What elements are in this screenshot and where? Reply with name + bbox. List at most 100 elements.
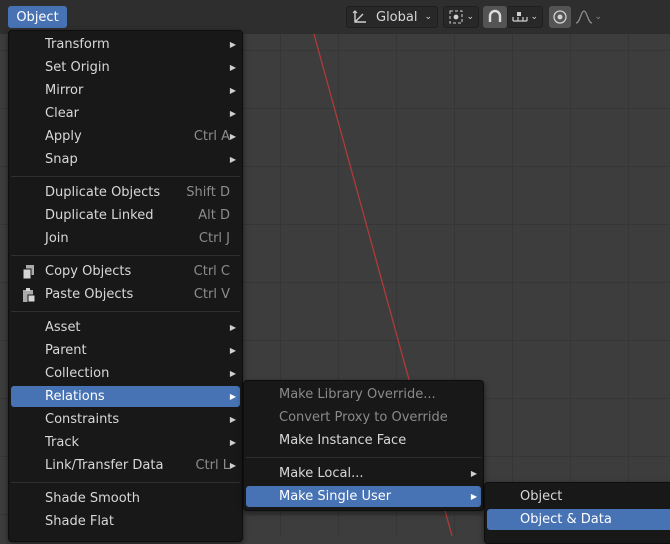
menu-item-make-instance-face[interactable]: Make Instance Face bbox=[246, 430, 481, 451]
menu-item-label: Object bbox=[520, 489, 563, 504]
menu-item-label: Parent bbox=[45, 343, 87, 358]
menu-item-label: Asset bbox=[45, 320, 81, 335]
proportional-edit-icon bbox=[553, 10, 567, 24]
submenu-arrow-icon: ▶ bbox=[229, 109, 236, 118]
menu-item-label: Constraints bbox=[45, 412, 120, 427]
menu-item-clear[interactable]: Clear ▶ bbox=[11, 103, 240, 124]
menu-item-transform[interactable]: Transform ▶ bbox=[11, 34, 240, 55]
menu-item-snap[interactable]: Snap ▶ bbox=[11, 149, 240, 170]
menu-separator bbox=[11, 311, 240, 312]
submenu-arrow-icon: ▶ bbox=[229, 63, 236, 72]
menu-item-label: Shade Smooth bbox=[45, 491, 140, 506]
menu-item-label: Duplicate Objects bbox=[45, 185, 161, 200]
menu-item-label: Make Local... bbox=[279, 466, 364, 481]
menu-item-set-origin[interactable]: Set Origin ▶ bbox=[11, 57, 240, 78]
menu-item-label: Track bbox=[45, 435, 80, 450]
menu-separator bbox=[11, 176, 240, 177]
menu-item-label: Apply bbox=[45, 129, 82, 144]
menu-item-object-and-data[interactable]: Object & Data bbox=[487, 509, 670, 530]
orientation-value: Global bbox=[376, 9, 418, 25]
menu-item-shortcut: Ctrl V bbox=[193, 287, 230, 302]
chevron-down-icon: ⌄ bbox=[594, 12, 602, 22]
submenu-arrow-icon: ▶ bbox=[229, 392, 236, 401]
submenu-arrow-icon: ▶ bbox=[470, 469, 477, 478]
menu-item-copy-objects[interactable]: Copy Objects Ctrl C bbox=[11, 261, 240, 282]
menu-item-relations[interactable]: Relations ▶ bbox=[11, 386, 240, 407]
submenu-arrow-icon: ▶ bbox=[229, 86, 236, 95]
menu-item-make-single-user[interactable]: Make Single User ▶ bbox=[246, 486, 481, 507]
pivot-point-dropdown[interactable]: ⌄ bbox=[443, 6, 479, 28]
menu-item-collection[interactable]: Collection ▶ bbox=[11, 363, 240, 384]
menu-item-apply[interactable]: Apply Ctrl A ▶ bbox=[11, 126, 240, 147]
transform-orientation-dropdown[interactable]: Global ⌄ bbox=[346, 6, 438, 28]
menu-item-shortcut: Ctrl A bbox=[193, 129, 230, 144]
menu-separator bbox=[11, 255, 240, 256]
menu-item-label: Transform bbox=[45, 37, 110, 52]
paste-icon bbox=[23, 287, 36, 302]
menu-item-label: Mirror bbox=[45, 83, 84, 98]
submenu-arrow-icon: ▶ bbox=[229, 40, 236, 49]
menu-item-label: Join bbox=[45, 231, 69, 246]
menu-item-link-transfer-data[interactable]: Link/Transfer Data Ctrl L ▶ bbox=[11, 455, 240, 476]
menu-item-make-library-override: Make Library Override... bbox=[246, 384, 481, 405]
menu-item-label: Snap bbox=[45, 152, 78, 167]
menu-item-object[interactable]: Object bbox=[487, 486, 670, 507]
menu-separator bbox=[11, 482, 240, 483]
menu-item-label: Object & Data bbox=[520, 512, 612, 527]
menu-item-label: Make Instance Face bbox=[279, 433, 407, 448]
relations-submenu: Make Library Override... Convert Proxy t… bbox=[243, 380, 484, 511]
submenu-arrow-icon: ▶ bbox=[229, 346, 236, 355]
menu-item-duplicate-objects[interactable]: Duplicate Objects Shift D bbox=[11, 182, 240, 203]
menu-item-parent[interactable]: Parent ▶ bbox=[11, 340, 240, 361]
proportional-edit-toggle[interactable] bbox=[549, 6, 571, 28]
object-menu-button[interactable]: Object bbox=[8, 6, 67, 28]
menu-item-label: Duplicate Linked bbox=[45, 208, 154, 223]
copy-icon bbox=[22, 264, 34, 279]
snap-magnet-icon bbox=[488, 9, 502, 22]
menu-item-shortcut: Alt D bbox=[198, 208, 230, 223]
submenu-arrow-icon: ▶ bbox=[229, 369, 236, 378]
chevron-down-icon: ⌄ bbox=[466, 12, 474, 22]
menu-item-label: Make Single User bbox=[279, 489, 392, 504]
menu-item-make-local[interactable]: Make Local... ▶ bbox=[246, 463, 481, 484]
menu-item-label: Set Origin bbox=[45, 60, 110, 75]
snap-toggle[interactable] bbox=[483, 6, 507, 28]
menu-item-shortcut: Ctrl J bbox=[198, 231, 230, 246]
object-menu-label: Object bbox=[16, 9, 59, 25]
menu-item-track[interactable]: Track ▶ bbox=[11, 432, 240, 453]
object-menu: Transform ▶ Set Origin ▶ Mirror ▶ Clear ▶ Ap… bbox=[8, 30, 243, 542]
transform-orientation-icon bbox=[352, 10, 366, 23]
menu-item-mirror[interactable]: Mirror ▶ bbox=[11, 80, 240, 101]
snap-target-dropdown[interactable]: ⌄ bbox=[507, 6, 543, 28]
snap-increment-icon bbox=[512, 12, 528, 22]
menu-item-label: Make Library Override... bbox=[279, 387, 436, 402]
menu-item-asset[interactable]: Asset ▶ bbox=[11, 317, 240, 338]
submenu-arrow-icon: ▶ bbox=[229, 323, 236, 332]
pivot-point-icon bbox=[449, 10, 463, 24]
menu-item-label: Paste Objects bbox=[45, 287, 134, 302]
chevron-down-icon: ⌄ bbox=[424, 12, 432, 22]
menu-item-shortcut: Ctrl C bbox=[193, 264, 230, 279]
menu-item-duplicate-linked[interactable]: Duplicate Linked Alt D bbox=[11, 205, 240, 226]
menu-item-shade-flat[interactable]: Shade Flat bbox=[11, 511, 240, 532]
falloff-dropdown[interactable]: ⌄ bbox=[572, 6, 606, 28]
submenu-arrow-icon: ▶ bbox=[229, 461, 236, 470]
submenu-arrow-icon: ▶ bbox=[229, 132, 236, 141]
viewport-header: Object Global ⌄ ⌄ ⌄ ⌄ bbox=[0, 0, 670, 34]
chevron-down-icon: ⌄ bbox=[530, 12, 538, 22]
menu-item-label: Link/Transfer Data bbox=[45, 458, 164, 473]
menu-item-constraints[interactable]: Constraints ▶ bbox=[11, 409, 240, 430]
menu-item-join[interactable]: Join Ctrl J bbox=[11, 228, 240, 249]
menu-item-paste-objects[interactable]: Paste Objects Ctrl V bbox=[11, 284, 240, 305]
menu-item-shortcut: Ctrl L bbox=[195, 458, 230, 473]
menu-item-convert-proxy-to-override: Convert Proxy to Override bbox=[246, 407, 481, 428]
submenu-arrow-icon: ▶ bbox=[229, 415, 236, 424]
menu-item-label: Collection bbox=[45, 366, 110, 381]
submenu-arrow-icon: ▶ bbox=[229, 438, 236, 447]
menu-item-shade-smooth[interactable]: Shade Smooth bbox=[11, 488, 240, 509]
menu-item-label: Relations bbox=[45, 389, 105, 404]
menu-item-label: Convert Proxy to Override bbox=[279, 410, 448, 425]
submenu-arrow-icon: ▶ bbox=[470, 492, 477, 501]
menu-item-label: Clear bbox=[45, 106, 79, 121]
menu-item-shortcut: Shift D bbox=[186, 185, 230, 200]
